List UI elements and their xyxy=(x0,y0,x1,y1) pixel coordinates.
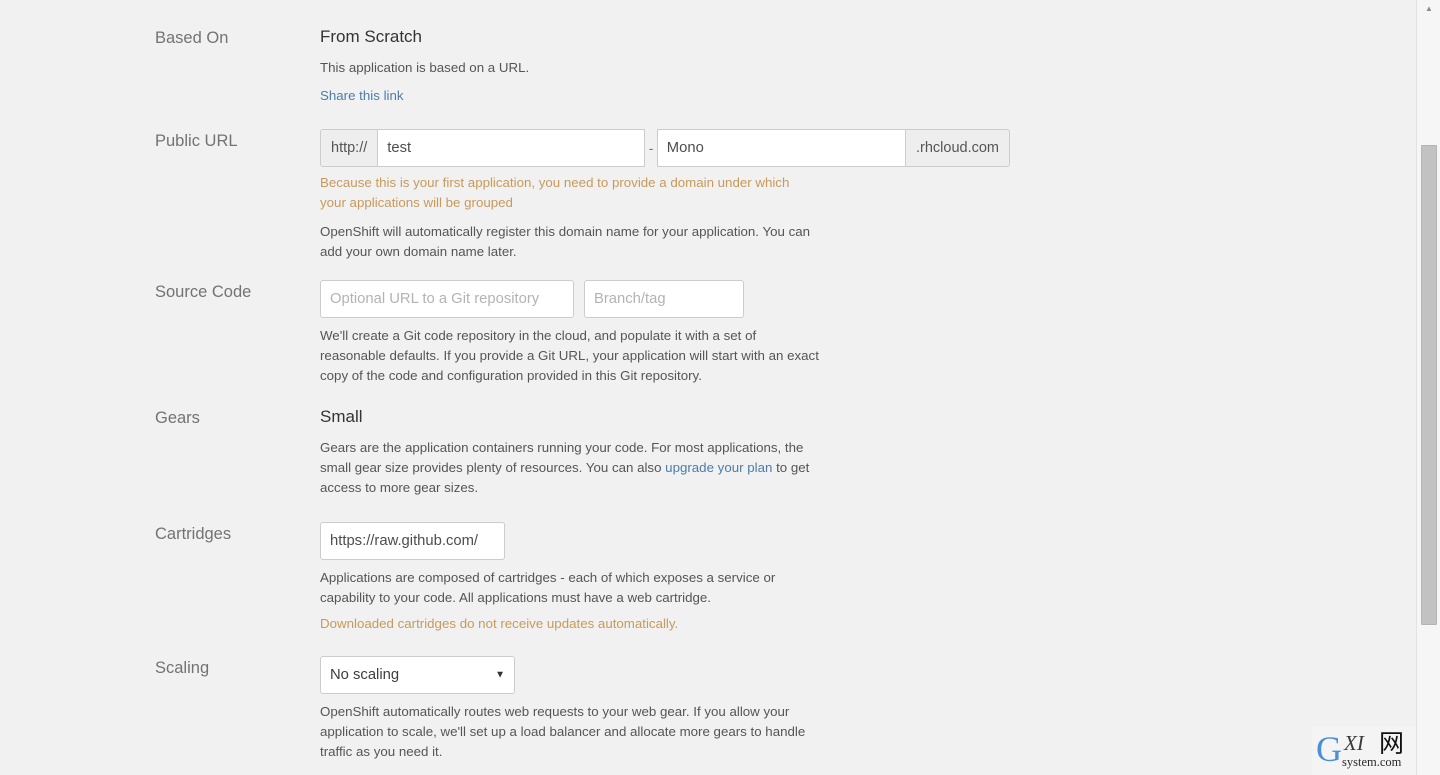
public-url-warning: Because this is your first application, … xyxy=(320,175,790,210)
watermark-middle: XI xyxy=(1344,731,1364,755)
form-row-source-code: Source Code We'll create a Git code repo… xyxy=(0,280,1416,386)
form-row-gears: Gears Small Gears are the application co… xyxy=(0,406,1416,498)
content-public-url: http:// - .rhcloud.com Because this is y… xyxy=(320,129,1010,262)
content-gears: Small Gears are the application containe… xyxy=(320,406,1010,498)
label-based-on: Based On xyxy=(155,29,229,47)
label-source-code: Source Code xyxy=(155,283,252,301)
based-on-value: From Scratch xyxy=(320,27,423,46)
content-scaling: No scaling ▼ OpenShift automatically rou… xyxy=(320,656,1010,775)
watermark-domain: system.com xyxy=(1342,755,1402,769)
cartridge-url-input[interactable] xyxy=(320,522,505,560)
public-url-help: OpenShift will automatically register th… xyxy=(320,224,811,259)
source-code-help: We'll create a Git code repository in th… xyxy=(320,328,819,383)
app-name-input[interactable] xyxy=(377,129,646,167)
cartridges-help: Applications are composed of cartridges … xyxy=(320,570,776,605)
git-url-input[interactable] xyxy=(320,280,574,318)
form-row-based-on: Based On From Scratch This application i… xyxy=(0,26,1416,105)
watermark-inner: G XI 网 system.com xyxy=(1314,729,1414,773)
scaling-select[interactable]: No scaling xyxy=(320,656,515,694)
gears-help: Gears are the application containers run… xyxy=(320,438,825,498)
watermark-logo: G XI 网 system.com xyxy=(1312,727,1416,775)
domain-suffix-addon: .rhcloud.com xyxy=(905,129,1010,167)
watermark-net-glyph: 网 xyxy=(1379,729,1405,758)
form-row-scaling: Scaling No scaling ▼ OpenShift automatic… xyxy=(0,656,1416,775)
scaling-help: OpenShift automatically routes web reque… xyxy=(320,704,806,759)
share-this-link[interactable]: Share this link xyxy=(320,88,404,103)
based-on-help: This application is based on a URL. xyxy=(320,60,530,75)
cartridges-warning: Downloaded cartridges do not receive upd… xyxy=(320,616,679,631)
label-gears: Gears xyxy=(155,409,200,427)
watermark-letter: G xyxy=(1316,729,1342,769)
form-row-public-url: Public URL http:// - .rhcloud.com Becaus… xyxy=(0,129,1416,262)
gears-value: Small xyxy=(320,407,363,426)
content-source-code: We'll create a Git code repository in th… xyxy=(320,280,1010,386)
label-cartridges: Cartridges xyxy=(155,525,232,543)
share-link-line: Share this link xyxy=(320,87,1010,105)
branch-tag-input[interactable] xyxy=(584,280,744,318)
content-cartridges: Applications are composed of cartridges … xyxy=(320,522,1010,634)
label-scaling: Scaling xyxy=(155,659,210,677)
url-separator: - xyxy=(645,129,657,167)
scaling-select-wrap: No scaling ▼ xyxy=(320,656,515,694)
page-root: Based On From Scratch This application i… xyxy=(0,0,1440,775)
content-based-on: From Scratch This application is based o… xyxy=(320,26,1010,105)
form-row-cartridges: Cartridges Applications are composed of … xyxy=(0,522,1416,634)
application-create-form: Based On From Scratch This application i… xyxy=(0,0,1416,775)
upgrade-plan-link[interactable]: upgrade your plan xyxy=(665,460,772,475)
protocol-addon: http:// xyxy=(320,129,378,167)
source-code-inputs xyxy=(320,280,1010,318)
domain-name-input[interactable] xyxy=(656,129,906,167)
public-url-input-group: http:// - .rhcloud.com xyxy=(320,129,1010,167)
vertical-scrollbar[interactable]: ▲ xyxy=(1416,0,1440,775)
scaling-selected-value: No scaling xyxy=(330,667,400,683)
label-public-url: Public URL xyxy=(155,132,238,150)
scrollbar-thumb[interactable] xyxy=(1421,145,1437,625)
chevron-up-icon[interactable]: ▲ xyxy=(1417,0,1440,17)
